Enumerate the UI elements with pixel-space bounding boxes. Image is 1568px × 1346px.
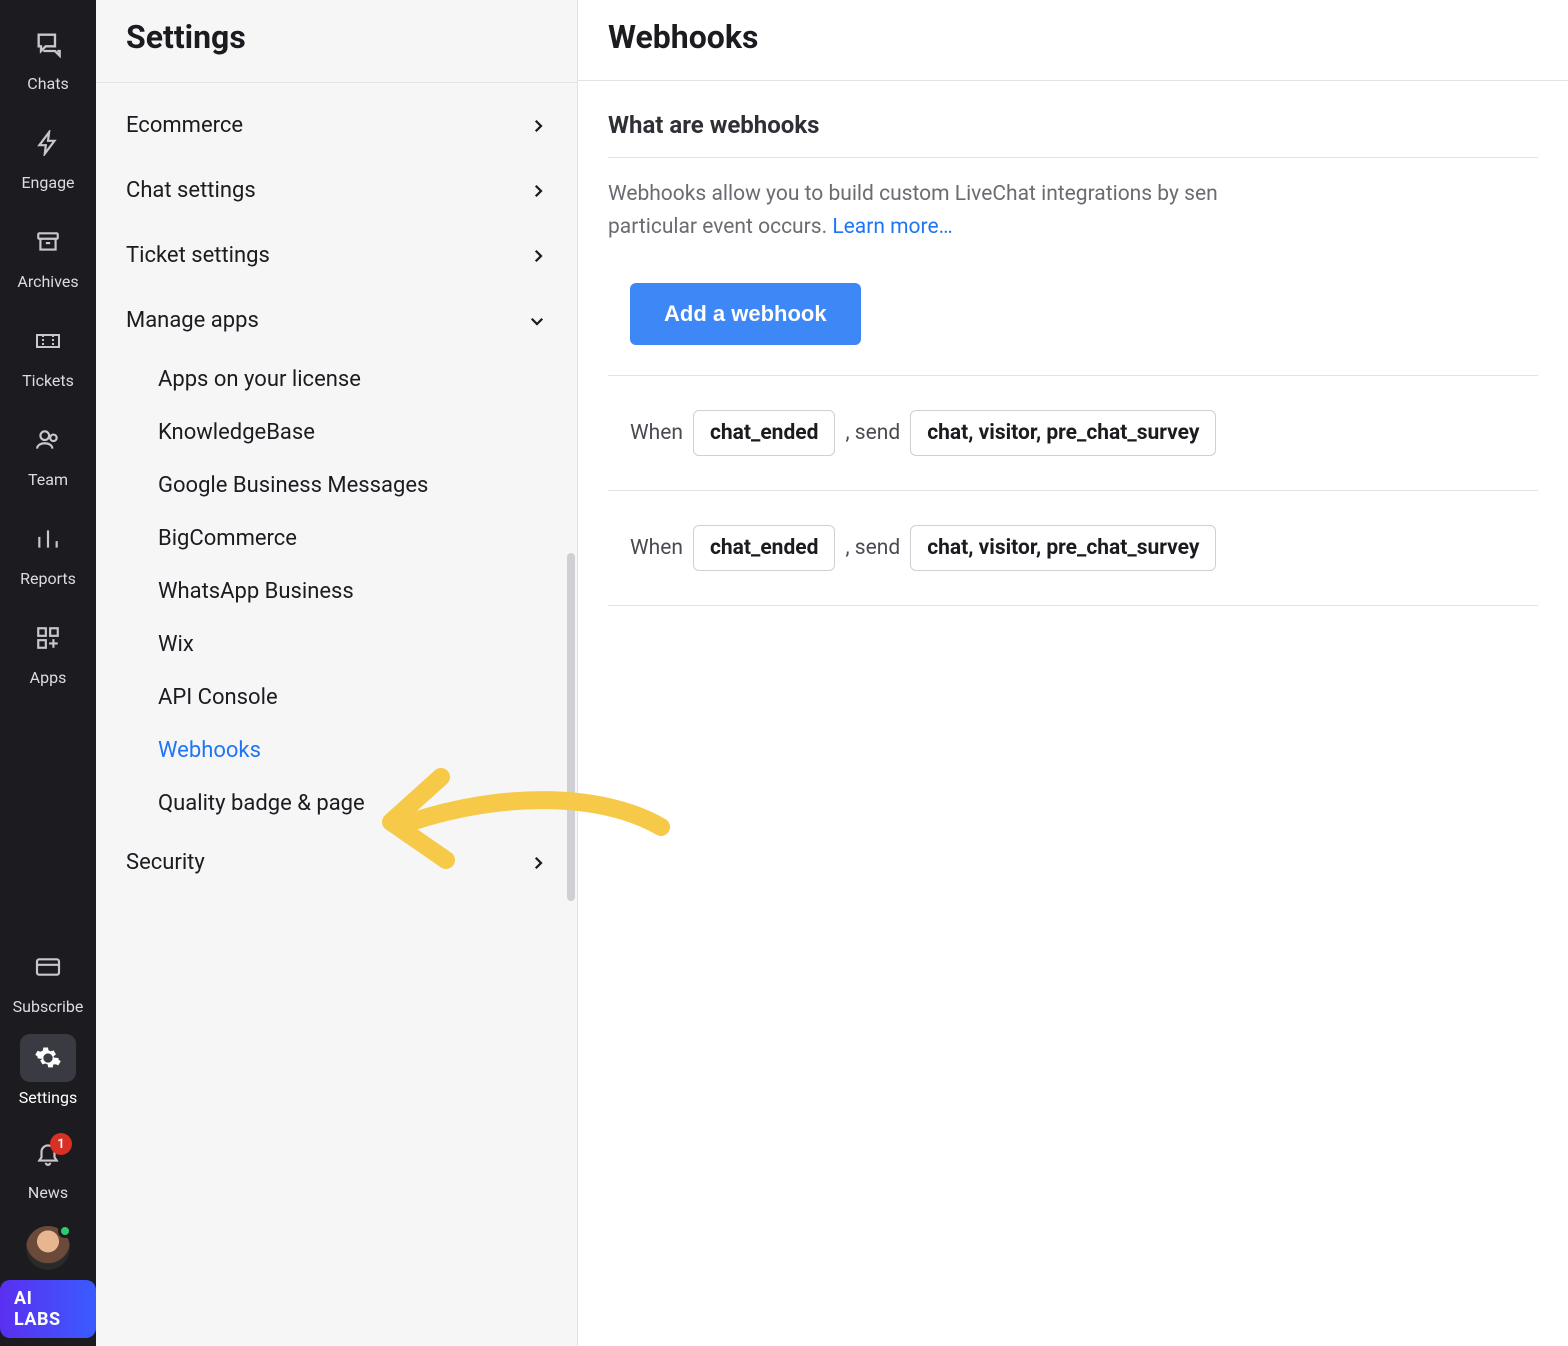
sidebar-sub-bigcommerce[interactable]: BigCommerce <box>96 512 577 565</box>
page-title: Webhooks <box>608 18 1538 56</box>
nav-engage[interactable]: Engage <box>0 105 96 204</box>
bolt-icon <box>34 129 62 157</box>
learn-more-link[interactable]: Learn more… <box>832 215 952 239</box>
settings-title: Settings <box>126 18 547 56</box>
sidebar-sub-knowledgebase[interactable]: KnowledgeBase <box>96 406 577 459</box>
sidebar-sub-api-console[interactable]: API Console <box>96 671 577 724</box>
nav-team[interactable]: Team <box>0 402 96 501</box>
news-badge: 1 <box>50 1133 72 1155</box>
gear-icon <box>34 1044 62 1072</box>
sidebar-item-ticket-settings[interactable]: Ticket settings <box>96 223 577 288</box>
nav-apps-label: Apps <box>30 668 67 687</box>
when-label: When <box>630 421 683 445</box>
nav-chats-label: Chats <box>27 74 68 93</box>
settings-header: Settings <box>96 0 577 83</box>
main-header: Webhooks <box>578 0 1568 81</box>
chevron-down-icon <box>527 312 547 330</box>
section-description: Webhooks allow you to build custom LiveC… <box>608 158 1538 249</box>
bell-icon: 1 <box>34 1139 62 1167</box>
sidebar-item-label: API Console <box>158 685 278 710</box>
nav-archives[interactable]: Archives <box>0 204 96 303</box>
nav-archives-label: Archives <box>17 272 78 291</box>
nav-tickets-label: Tickets <box>22 371 74 390</box>
sidebar-item-label: Wix <box>158 632 194 657</box>
settings-list: Ecommerce Chat settings Ticket settings … <box>96 83 577 915</box>
nav-apps[interactable]: Apps <box>0 600 96 699</box>
nav-engage-label: Engage <box>21 173 74 192</box>
sidebar-item-label: KnowledgeBase <box>158 420 315 445</box>
sidebar-item-label: Ticket settings <box>126 243 270 268</box>
sidebar-sub-quality-badge[interactable]: Quality badge & page <box>96 777 577 830</box>
sidebar-sub-wix[interactable]: Wix <box>96 618 577 671</box>
nav-reports-label: Reports <box>20 569 76 588</box>
desc-line-1: Webhooks allow you to build custom LiveC… <box>608 182 1218 206</box>
nav-settings-label: Settings <box>19 1088 77 1107</box>
nav-tickets[interactable]: Tickets <box>0 303 96 402</box>
sidebar-sub-google-business[interactable]: Google Business Messages <box>96 459 577 512</box>
sidebar-sub-webhooks[interactable]: Webhooks <box>96 724 577 777</box>
chevron-right-icon <box>529 117 547 135</box>
when-label: When <box>630 536 683 560</box>
sidebar-item-label: Quality badge & page <box>158 791 365 816</box>
chevron-right-icon <box>529 247 547 265</box>
sidebar-item-ecommerce[interactable]: Ecommerce <box>96 93 577 158</box>
sidebar-sub-whatsapp[interactable]: WhatsApp Business <box>96 565 577 618</box>
ai-labs-button[interactable]: AI LABS <box>0 1280 96 1338</box>
nav-subscribe-label: Subscribe <box>13 997 84 1016</box>
settings-sidebar: Settings Ecommerce Chat settings Ticket … <box>96 0 578 1346</box>
sidebar-item-label: Webhooks <box>158 738 261 763</box>
event-pill[interactable]: chat_ended <box>693 525 836 571</box>
nav-rail: Chats Engage Archives Tickets Team Repor… <box>0 0 96 1346</box>
nav-settings[interactable]: Settings <box>0 1028 96 1115</box>
main-content: Webhooks What are webhooks Webhooks allo… <box>578 0 1568 1346</box>
nav-subscribe[interactable]: Subscribe <box>0 929 96 1028</box>
payload-pill[interactable]: chat, visitor, pre_chat_survey <box>910 410 1216 456</box>
sidebar-item-label: Chat settings <box>126 178 256 203</box>
team-icon <box>34 426 62 454</box>
avatar[interactable] <box>24 1224 72 1272</box>
nav-team-label: Team <box>28 470 68 489</box>
bar-chart-icon <box>34 525 62 553</box>
sidebar-sub-apps-on-license[interactable]: Apps on your license <box>96 353 577 406</box>
webhook-rule: When chat_ended , send chat, visitor, pr… <box>608 375 1538 490</box>
sidebar-item-label: Ecommerce <box>126 113 243 138</box>
archive-icon <box>34 228 62 256</box>
send-label: , send <box>845 536 900 560</box>
card-icon <box>34 953 62 981</box>
desc-line-2: particular event occurs. <box>608 215 832 239</box>
sidebar-item-label: Manage apps <box>126 308 259 333</box>
webhook-rule: When chat_ended , send chat, visitor, pr… <box>608 490 1538 606</box>
nav-news[interactable]: 1 News <box>0 1115 96 1214</box>
sidebar-item-manage-apps[interactable]: Manage apps <box>96 288 577 353</box>
sidebar-item-label: Apps on your license <box>158 367 361 392</box>
nav-news-label: News <box>28 1183 68 1202</box>
sidebar-item-label: BigCommerce <box>158 526 297 551</box>
sidebar-item-label: WhatsApp Business <box>158 579 354 604</box>
presence-indicator <box>58 1224 72 1238</box>
nav-reports[interactable]: Reports <box>0 501 96 600</box>
section-title: What are webhooks <box>608 111 1538 158</box>
apps-icon <box>34 624 62 652</box>
event-pill[interactable]: chat_ended <box>693 410 836 456</box>
add-webhook-button[interactable]: Add a webhook <box>630 283 861 345</box>
ticket-icon <box>34 327 62 355</box>
payload-pill[interactable]: chat, visitor, pre_chat_survey <box>910 525 1216 571</box>
sidebar-item-security[interactable]: Security <box>96 830 577 895</box>
scrollbar[interactable] <box>567 553 575 901</box>
chevron-right-icon <box>529 182 547 200</box>
chevron-right-icon <box>529 854 547 872</box>
sidebar-item-label: Google Business Messages <box>158 473 428 498</box>
chat-icon <box>34 30 62 58</box>
sidebar-item-chat-settings[interactable]: Chat settings <box>96 158 577 223</box>
nav-chats[interactable]: Chats <box>0 6 96 105</box>
send-label: , send <box>845 421 900 445</box>
sidebar-item-label: Security <box>126 850 205 875</box>
